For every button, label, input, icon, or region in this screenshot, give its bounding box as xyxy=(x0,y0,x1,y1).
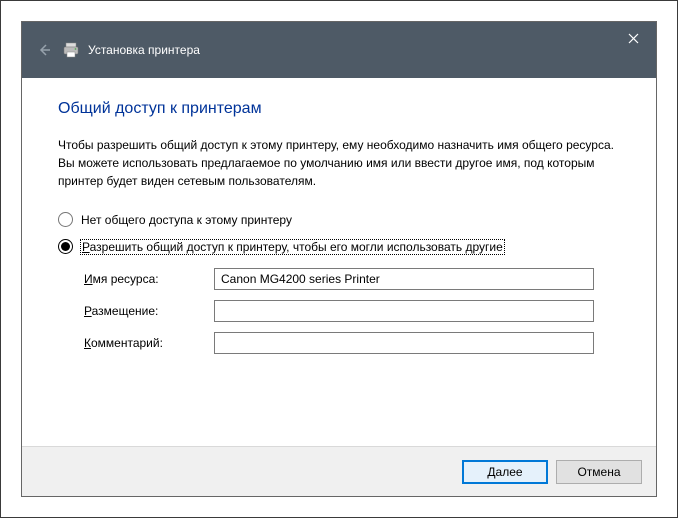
content-area: Общий доступ к принтерам Чтобы разрешить… xyxy=(22,78,656,446)
cancel-button[interactable]: Отмена xyxy=(556,460,642,484)
close-button[interactable] xyxy=(610,22,656,54)
window-frame: Установка принтера Общий доступ к принте… xyxy=(0,0,678,518)
radio-no-share-label: Нет общего доступа к этому принтеру xyxy=(81,213,292,227)
titlebar-title: Установка принтера xyxy=(88,43,200,57)
radio-no-share-input[interactable] xyxy=(58,212,73,227)
row-comment: Комментарий: xyxy=(84,332,620,354)
dialog-window: Установка принтера Общий доступ к принте… xyxy=(21,21,657,497)
row-location: Размещение: xyxy=(84,300,620,322)
titlebar: Установка принтера xyxy=(22,22,656,78)
next-button[interactable]: Далее xyxy=(462,460,548,484)
input-location[interactable] xyxy=(214,300,594,322)
input-share-name[interactable] xyxy=(214,268,594,290)
back-arrow-icon[interactable] xyxy=(32,38,56,62)
input-comment[interactable] xyxy=(214,332,594,354)
intro-text: Чтобы разрешить общий доступ к этому при… xyxy=(58,136,620,190)
fields-group: Имя ресурса: Размещение: Комментарий: xyxy=(84,268,620,354)
label-location: Размещение: xyxy=(84,304,214,318)
row-share-name: Имя ресурса: xyxy=(84,268,620,290)
footer: Далее Отмена xyxy=(22,446,656,496)
radio-share[interactable]: Разрешить общий доступ к принтеру, чтобы… xyxy=(58,239,620,254)
label-share-name: Имя ресурса: xyxy=(84,272,214,286)
radio-no-share[interactable]: Нет общего доступа к этому принтеру xyxy=(58,212,620,227)
radio-share-input[interactable] xyxy=(58,239,73,254)
label-comment: Комментарий: xyxy=(84,336,214,350)
radio-share-label: Разрешить общий доступ к принтеру, чтобы… xyxy=(81,240,504,254)
printer-icon xyxy=(62,41,80,59)
page-heading: Общий доступ к принтерам xyxy=(58,100,620,118)
